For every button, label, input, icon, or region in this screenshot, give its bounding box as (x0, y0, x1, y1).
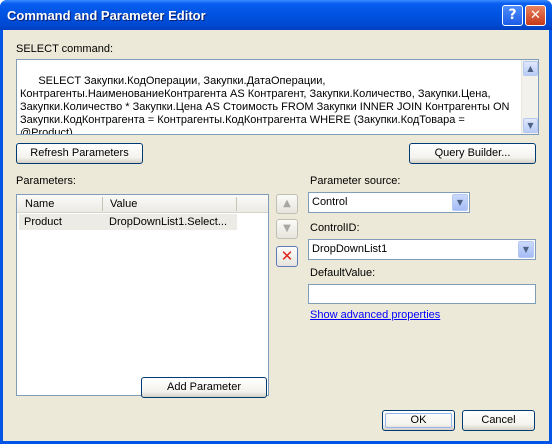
ok-button-label: OK (410, 414, 427, 426)
parameter-source-value: Control (312, 196, 348, 208)
move-up-button[interactable]: ▲ (276, 194, 298, 214)
column-header-value[interactable]: Value (110, 198, 137, 210)
control-id-value: DropDownList1 (312, 243, 388, 255)
dialog-window: Command and Parameter Editor ? ✕ SELECT … (0, 0, 552, 444)
control-id-label: ControlID: (310, 222, 360, 234)
close-button[interactable]: ✕ (525, 5, 546, 26)
default-value-label: DefaultValue: (310, 267, 376, 279)
parameters-list[interactable]: Name Value Product DropDownList1.Select.… (16, 194, 269, 396)
column-separator[interactable] (236, 197, 237, 211)
refresh-parameters-button[interactable]: Refresh Parameters (16, 143, 143, 164)
delete-icon: ✕ (280, 247, 294, 265)
sql-scrollbar[interactable]: ▲ ▼ (521, 60, 538, 134)
dialog-client-area: SELECT command: SELECT Закупки.КодОперац… (3, 30, 549, 441)
parameter-source-select[interactable]: Control ▼ (308, 192, 470, 213)
column-separator[interactable] (102, 197, 103, 211)
parameter-source-label: Parameter source: (310, 175, 401, 187)
default-value-input[interactable] (308, 284, 536, 304)
parameters-label: Parameters: (16, 175, 76, 187)
show-advanced-properties-link[interactable]: Show advanced properties (310, 309, 440, 321)
ok-button[interactable]: OK (382, 410, 455, 431)
window-title: Command and Parameter Editor (7, 8, 206, 23)
select-command-text: SELECT Закупки.КодОперации, Закупки.Дата… (20, 75, 513, 135)
scroll-up-icon[interactable]: ▲ (523, 61, 538, 76)
chevron-down-icon[interactable]: ▼ (452, 194, 468, 211)
parameters-list-header: Name Value (17, 195, 268, 213)
column-header-name[interactable]: Name (25, 198, 54, 210)
arrow-up-icon: ▲ (283, 198, 291, 209)
chevron-down-icon[interactable]: ▼ (518, 241, 534, 258)
move-down-button[interactable]: ▼ (276, 219, 298, 239)
close-icon: ✕ (530, 8, 541, 23)
help-icon: ? (508, 7, 517, 23)
delete-parameter-button[interactable]: ✕ (276, 246, 298, 267)
parameter-value: DropDownList1.Select... (109, 216, 227, 228)
title-bar[interactable]: Command and Parameter Editor ? ✕ (0, 0, 552, 30)
arrow-down-icon: ▼ (283, 223, 291, 234)
cancel-button[interactable]: Cancel (462, 410, 535, 431)
parameter-name: Product (24, 216, 62, 228)
parameter-row[interactable]: Product DropDownList1.Select... (19, 214, 237, 230)
select-command-textarea[interactable]: SELECT Закупки.КодОперации, Закупки.Дата… (16, 59, 539, 135)
query-builder-button[interactable]: Query Builder... (409, 143, 536, 164)
scroll-down-icon[interactable]: ▼ (523, 118, 538, 133)
add-parameter-button[interactable]: Add Parameter (141, 377, 267, 398)
help-button[interactable]: ? (502, 5, 523, 26)
control-id-select[interactable]: DropDownList1 ▼ (308, 239, 536, 260)
select-command-label: SELECT command: (16, 43, 114, 55)
